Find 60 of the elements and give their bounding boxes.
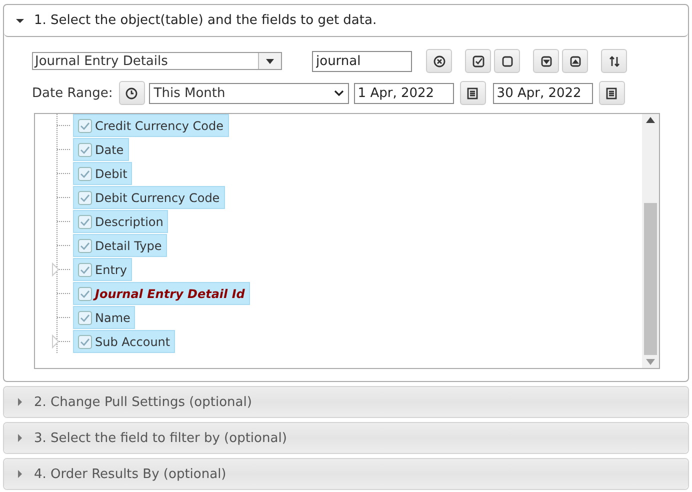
checked-checkbox-icon[interactable] bbox=[78, 310, 92, 324]
field-item[interactable]: Detail Type bbox=[73, 234, 167, 257]
sort-icon bbox=[608, 54, 620, 68]
calendar-icon bbox=[605, 86, 618, 100]
calendar-icon bbox=[466, 86, 480, 100]
field-item[interactable]: Date bbox=[73, 138, 129, 161]
clock-icon bbox=[125, 86, 138, 100]
field-item[interactable]: Name bbox=[73, 306, 136, 329]
search-field[interactable]: journal bbox=[312, 50, 412, 72]
scroll-down-icon[interactable] bbox=[646, 359, 655, 365]
field-item[interactable]: Description bbox=[73, 210, 168, 233]
field-item[interactable]: Debit Currency Code bbox=[73, 186, 225, 209]
caret-right-icon bbox=[16, 434, 24, 442]
check-all-button[interactable] bbox=[465, 49, 491, 73]
scroll-up-icon[interactable] bbox=[646, 117, 655, 123]
sort-button[interactable] bbox=[601, 49, 627, 73]
checkbox-icon bbox=[472, 54, 484, 68]
clear-button[interactable] bbox=[426, 49, 452, 73]
expand-arrow-connector[interactable] bbox=[52, 258, 71, 281]
field-item[interactable]: Sub Account bbox=[73, 330, 176, 353]
end-calendar-button[interactable] bbox=[598, 81, 625, 105]
scroll-thumb[interactable] bbox=[644, 203, 657, 355]
checked-checkbox-icon[interactable] bbox=[78, 214, 92, 228]
object-select[interactable]: Journal Entry Details bbox=[32, 52, 282, 70]
checked-checkbox-icon[interactable] bbox=[78, 286, 92, 300]
checked-checkbox-icon[interactable] bbox=[78, 262, 92, 276]
checked-checkbox-icon[interactable] bbox=[78, 334, 92, 348]
caret-right-icon bbox=[16, 398, 24, 406]
chevron-down-icon bbox=[334, 90, 344, 96]
checked-checkbox-icon[interactable] bbox=[78, 118, 92, 132]
period-select[interactable]: This Month bbox=[148, 82, 349, 104]
caret-down-icon bbox=[16, 16, 24, 24]
checked-checkbox-icon[interactable] bbox=[78, 238, 92, 252]
caret-down-icon bbox=[266, 58, 274, 64]
section-header[interactable]: 2. Change Pull Settings (optional) bbox=[4, 387, 688, 417]
collapse-all-button[interactable] bbox=[562, 49, 588, 73]
checked-checkbox-icon[interactable] bbox=[78, 166, 92, 180]
clock-button[interactable] bbox=[118, 81, 145, 105]
date-range-label: Date Range: bbox=[32, 86, 113, 100]
checked-checkbox-icon[interactable] bbox=[78, 190, 92, 204]
section-header[interactable]: 3. Select the field to filter by (optional) bbox=[4, 423, 688, 453]
field-item[interactable]: Entry bbox=[73, 258, 132, 281]
square-icon bbox=[500, 54, 514, 68]
field-item[interactable]: Debit bbox=[73, 162, 132, 185]
uncheck-all-button[interactable] bbox=[494, 49, 520, 73]
section-header[interactable]: 1. Select the object(table) and the fields to get data. bbox=[4, 5, 688, 37]
expand-all-button[interactable] bbox=[533, 49, 559, 73]
field-item[interactable]: Credit Currency Code bbox=[73, 114, 229, 137]
caret-right-icon bbox=[16, 470, 24, 478]
up-box-icon bbox=[568, 54, 582, 68]
start-calendar-button[interactable] bbox=[460, 81, 486, 105]
section-header[interactable]: 4. Order Results By (optional) bbox=[4, 459, 688, 489]
start-date-field[interactable]: 1 Apr, 2022 bbox=[354, 82, 454, 104]
scrollbar[interactable] bbox=[642, 114, 659, 368]
down-box-icon bbox=[540, 54, 552, 68]
checked-checkbox-icon[interactable] bbox=[78, 142, 92, 156]
expand-arrow-connector[interactable] bbox=[52, 330, 71, 353]
field-item[interactable]: Journal Entry Detail Id bbox=[73, 282, 250, 305]
clear-icon bbox=[432, 54, 446, 68]
end-date-field[interactable]: 30 Apr, 2022 bbox=[492, 82, 593, 104]
